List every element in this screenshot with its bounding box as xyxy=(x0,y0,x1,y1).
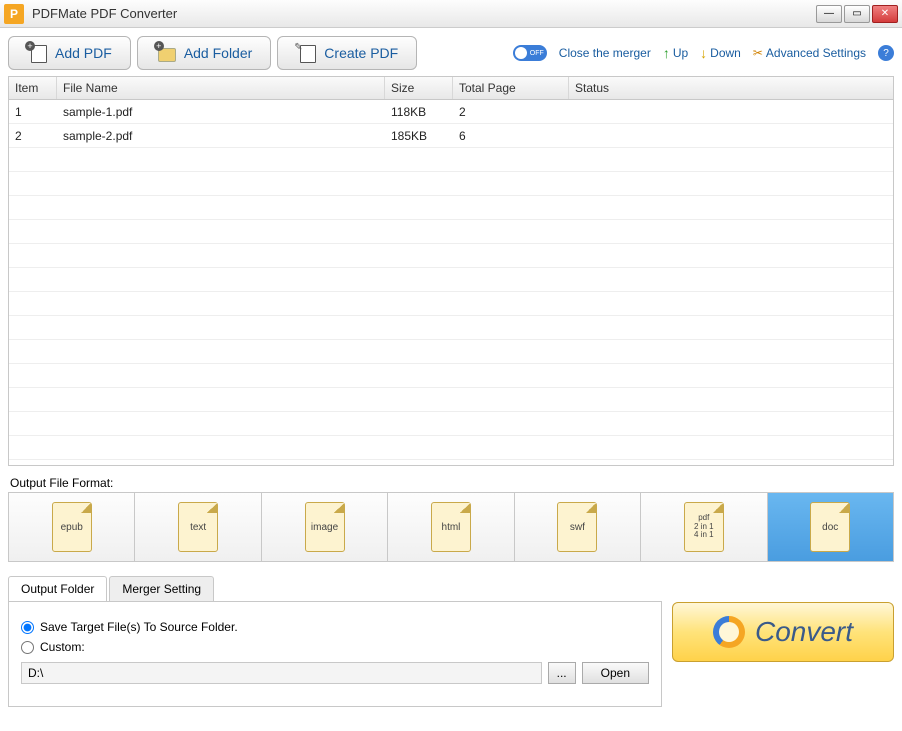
create-pdf-icon xyxy=(296,44,316,62)
header-size[interactable]: Size xyxy=(385,77,453,99)
grid-header: Item File Name Size Total Page Status xyxy=(9,77,893,100)
header-totalpage[interactable]: Total Page xyxy=(453,77,569,99)
format-image[interactable]: image xyxy=(262,493,388,561)
file-icon: pdf 2 in 1 4 in 1 xyxy=(684,502,724,552)
radio-source-folder[interactable] xyxy=(21,621,34,634)
table-row xyxy=(9,268,893,292)
add-folder-icon xyxy=(156,44,176,62)
gear-icon: ✂ xyxy=(753,46,763,60)
table-row xyxy=(9,172,893,196)
move-up-button[interactable]: ↑Up xyxy=(663,45,688,61)
bottom-tabs: Output Folder Merger Setting xyxy=(8,576,662,601)
table-row xyxy=(9,436,893,460)
table-row xyxy=(9,244,893,268)
table-row[interactable]: 1sample-1.pdf118KB2 xyxy=(9,100,893,124)
radio-custom-label: Custom: xyxy=(40,640,85,654)
cell-file: sample-1.pdf xyxy=(57,101,385,123)
minimize-button[interactable]: — xyxy=(816,5,842,23)
browse-button[interactable]: ... xyxy=(548,662,576,684)
table-row xyxy=(9,316,893,340)
file-icon: epub xyxy=(52,502,92,552)
move-down-button[interactable]: ↓Down xyxy=(700,45,741,61)
file-icon: swf xyxy=(557,502,597,552)
file-icon: text xyxy=(178,502,218,552)
cell-item: 1 xyxy=(9,101,57,123)
output-format-label: Output File Format: xyxy=(10,476,894,490)
app-logo-icon: P xyxy=(4,4,24,24)
file-icon: image xyxy=(305,502,345,552)
radio-custom-folder[interactable] xyxy=(21,641,34,654)
table-row xyxy=(9,196,893,220)
format-html[interactable]: html xyxy=(388,493,514,561)
header-status[interactable]: Status xyxy=(569,77,893,99)
format-doc[interactable]: doc xyxy=(768,493,893,561)
cell-total: 2 xyxy=(453,101,569,123)
arrow-down-icon: ↓ xyxy=(700,45,707,61)
main-toolbar: Add PDF Add Folder Create PDF OFF Close … xyxy=(8,36,894,70)
convert-button[interactable]: Convert xyxy=(672,602,894,662)
header-filename[interactable]: File Name xyxy=(57,77,385,99)
table-row xyxy=(9,388,893,412)
merger-toggle[interactable]: OFF xyxy=(513,45,547,61)
format-selector: epub text image html swf pdf 2 in 1 4 in 1 doc xyxy=(8,492,894,562)
convert-icon xyxy=(713,616,745,648)
format-swf[interactable]: swf xyxy=(515,493,641,561)
format-epub[interactable]: epub xyxy=(9,493,135,561)
add-pdf-label: Add PDF xyxy=(55,45,112,61)
cell-file: sample-2.pdf xyxy=(57,125,385,147)
arrow-up-icon: ↑ xyxy=(663,45,670,61)
table-row xyxy=(9,340,893,364)
help-icon[interactable]: ? xyxy=(878,45,894,61)
cell-item: 2 xyxy=(9,125,57,147)
cell-total: 6 xyxy=(453,125,569,147)
add-pdf-icon xyxy=(27,44,47,62)
table-row[interactable]: 2sample-2.pdf185KB6 xyxy=(9,124,893,148)
advanced-settings-link[interactable]: ✂Advanced Settings xyxy=(753,46,866,60)
titlebar: P PDFMate PDF Converter — ▭ ✕ xyxy=(0,0,902,28)
add-folder-button[interactable]: Add Folder xyxy=(137,36,271,70)
cell-status xyxy=(569,108,893,116)
custom-path-input[interactable] xyxy=(21,662,542,684)
convert-label: Convert xyxy=(755,616,853,648)
table-row xyxy=(9,364,893,388)
create-pdf-label: Create PDF xyxy=(324,45,398,61)
file-grid: Item File Name Size Total Page Status 1s… xyxy=(8,76,894,466)
radio-source-label: Save Target File(s) To Source Folder. xyxy=(40,620,238,634)
header-item[interactable]: Item xyxy=(9,77,57,99)
format-pdf[interactable]: pdf 2 in 1 4 in 1 xyxy=(641,493,767,561)
file-icon: doc xyxy=(810,502,850,552)
cell-size: 185KB xyxy=(385,125,453,147)
cell-status xyxy=(569,132,893,140)
close-button[interactable]: ✕ xyxy=(872,5,898,23)
tab-merger-setting[interactable]: Merger Setting xyxy=(109,576,214,601)
table-row xyxy=(9,148,893,172)
close-merger-link[interactable]: Close the merger xyxy=(559,46,651,60)
table-row xyxy=(9,292,893,316)
cell-size: 118KB xyxy=(385,101,453,123)
window-title: PDFMate PDF Converter xyxy=(32,6,177,21)
file-icon: html xyxy=(431,502,471,552)
format-text[interactable]: text xyxy=(135,493,261,561)
add-pdf-button[interactable]: Add PDF xyxy=(8,36,131,70)
table-row xyxy=(9,220,893,244)
create-pdf-button[interactable]: Create PDF xyxy=(277,36,417,70)
add-folder-label: Add Folder xyxy=(184,45,252,61)
table-row xyxy=(9,412,893,436)
open-button[interactable]: Open xyxy=(582,662,649,684)
maximize-button[interactable]: ▭ xyxy=(844,5,870,23)
output-folder-panel: Save Target File(s) To Source Folder. Cu… xyxy=(8,601,662,707)
tab-output-folder[interactable]: Output Folder xyxy=(8,576,107,601)
